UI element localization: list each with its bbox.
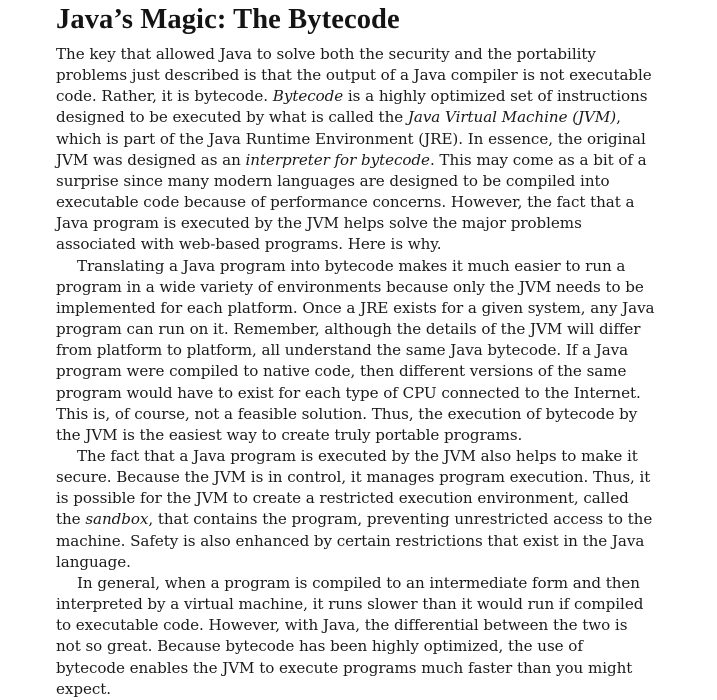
text-span: Translating a Java program into bytecode… <box>56 256 655 444</box>
body-text: The key that allowed Java to solve both … <box>56 44 656 700</box>
italic-term-sandbox: sandbox <box>85 510 149 529</box>
italic-term-jvm: Java Virtual Machine (JVM) <box>407 108 617 127</box>
paragraph-1: The key that allowed Java to solve both … <box>56 44 656 256</box>
text-span: In general, when a program is compiled t… <box>56 573 644 698</box>
document-page: Java’s Magic: The Bytecode The key that … <box>56 0 656 700</box>
paragraph-3: The fact that a Java program is executed… <box>56 446 656 573</box>
italic-term-bytecode: Bytecode <box>272 87 344 106</box>
paragraph-4: In general, when a program is compiled t… <box>56 573 656 700</box>
section-heading: Java’s Magic: The Bytecode <box>56 4 400 35</box>
italic-term-interpreter: interpreter for bytecode <box>245 150 430 169</box>
paragraph-2: Translating a Java program into bytecode… <box>56 256 656 446</box>
